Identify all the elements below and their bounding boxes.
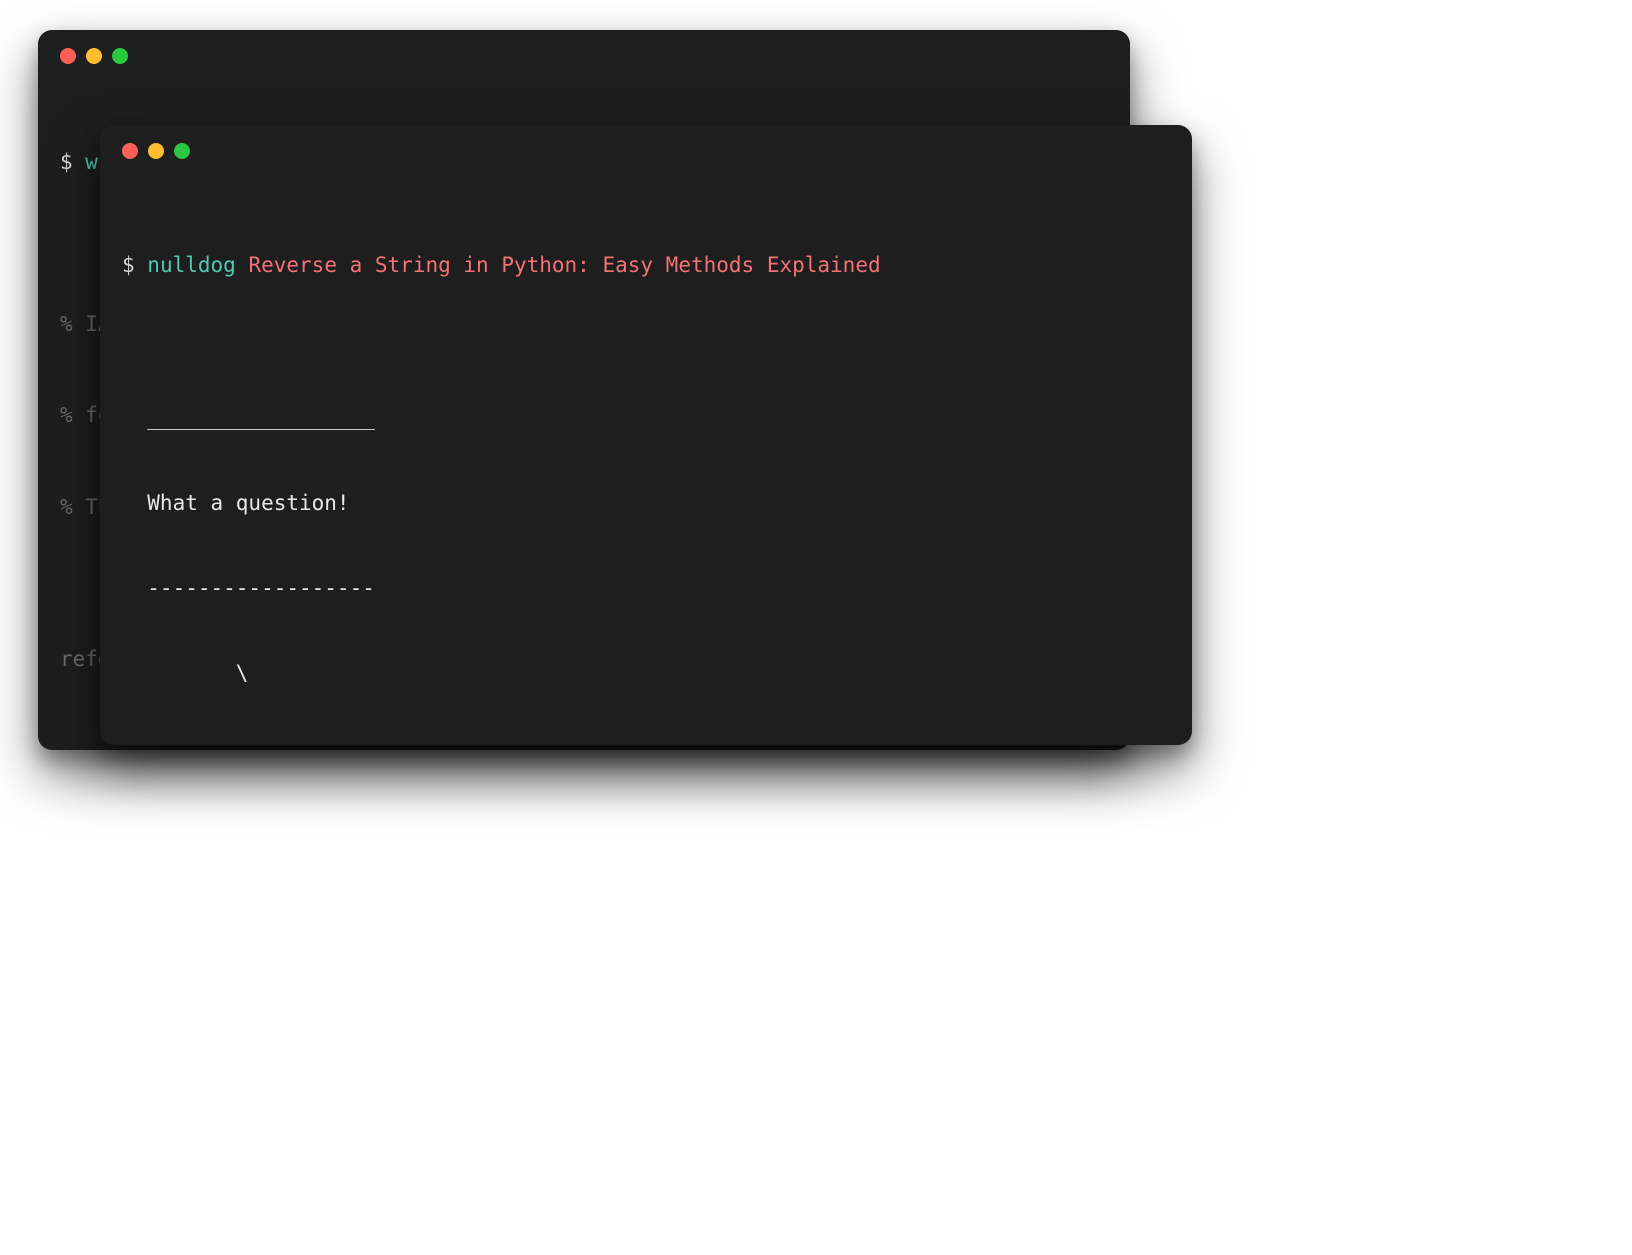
traffic-lights-back: [60, 48, 1108, 64]
close-button-back[interactable]: [60, 48, 76, 64]
ascii-art-block: __________________ What a question! ----…: [122, 347, 1170, 745]
dog-line: \: [122, 744, 1170, 745]
traffic-lights-front: [122, 143, 1170, 159]
maximize-button-front[interactable]: [174, 143, 190, 159]
dog-line: \: [122, 659, 1170, 687]
speech-bubble-bottom: ------------------: [122, 574, 1170, 602]
prompt-symbol-back: $: [60, 150, 85, 174]
terminal-window-front: $ nulldog Reverse a String in Python: Ea…: [100, 125, 1192, 745]
speech-bubble-text: What a question!: [122, 489, 1170, 517]
minimize-button-back[interactable]: [86, 48, 102, 64]
prompt-line-front: $ nulldog Reverse a String in Python: Ea…: [122, 250, 1170, 280]
prompt-symbol-front: $: [122, 253, 147, 277]
article-title: Reverse a String in Python: Easy Methods…: [236, 253, 881, 277]
minimize-button-front[interactable]: [148, 143, 164, 159]
terminal-content-front: $ nulldog Reverse a String in Python: Ea…: [122, 181, 1170, 745]
speech-bubble-top: __________________: [122, 404, 1170, 432]
prompt-cmd-front: nulldog: [147, 253, 236, 277]
maximize-button-back[interactable]: [112, 48, 128, 64]
close-button-front[interactable]: [122, 143, 138, 159]
